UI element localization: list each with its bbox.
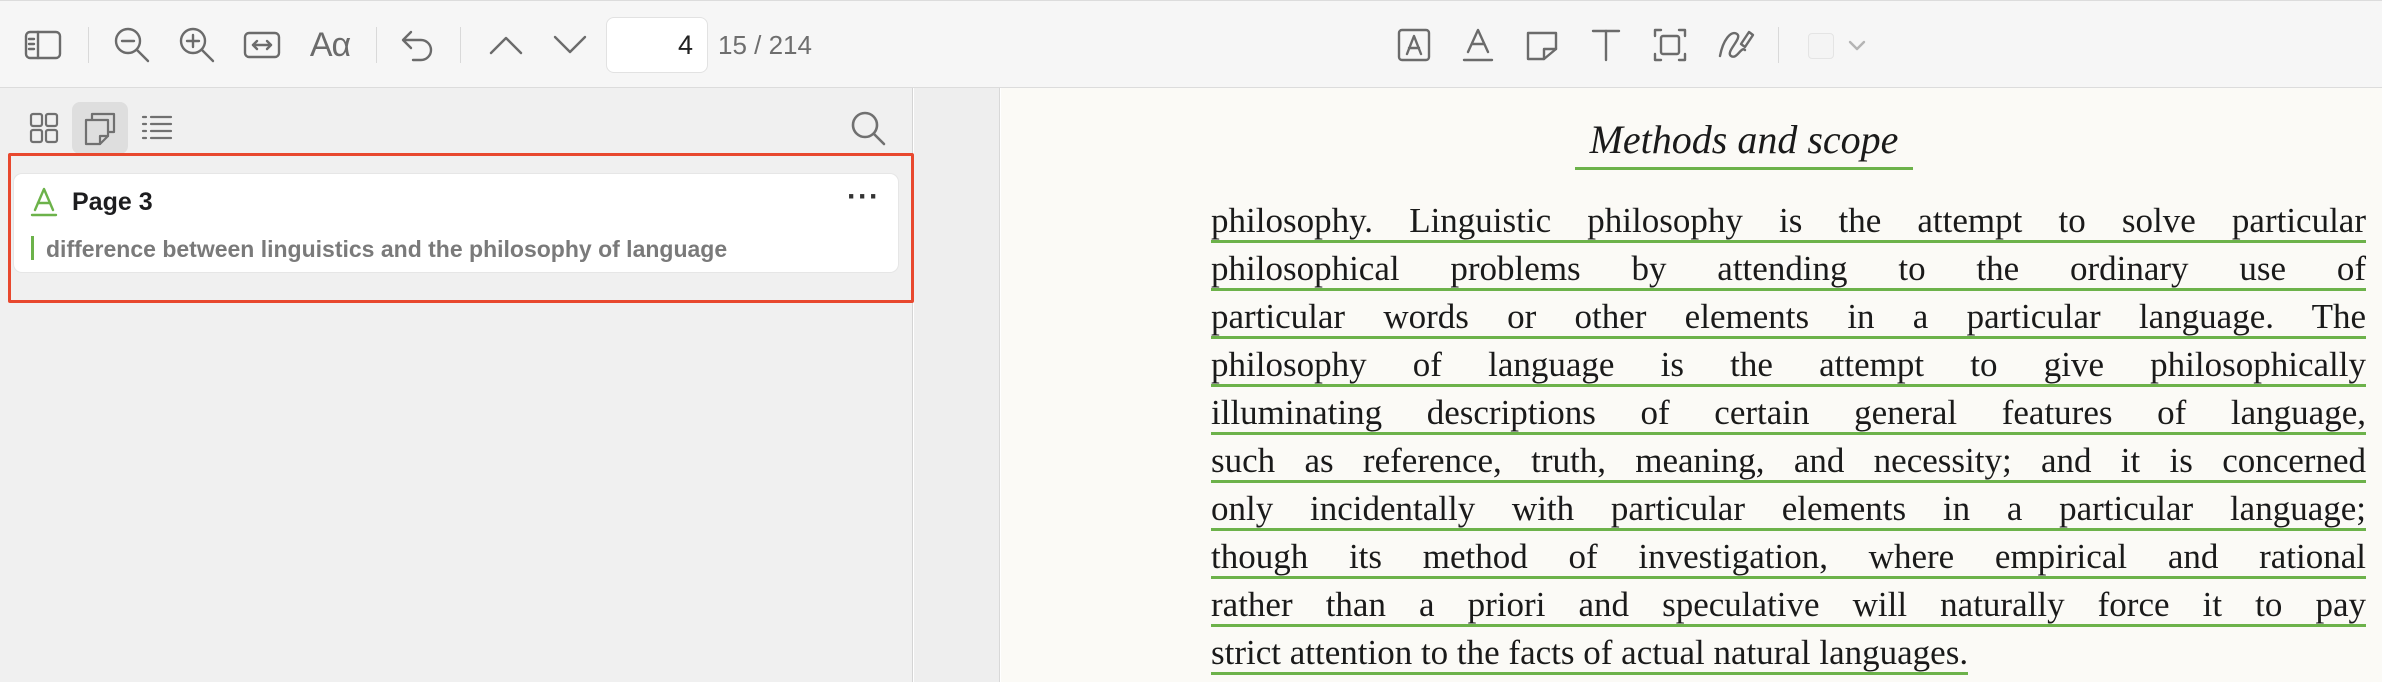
thumbnails-icon [29,112,59,144]
underline-icon[interactable] [1456,23,1500,67]
signature-icon[interactable] [1712,23,1758,67]
sidebar-toggle-icon[interactable] [20,25,66,65]
toolbar-divider [460,27,461,63]
annotations-view-button[interactable] [72,102,128,154]
page-number-input[interactable]: 4 [606,17,708,73]
text-tool-icon[interactable] [1584,23,1628,67]
annotation-quote: difference between linguistics and the p… [46,236,728,262]
text-line: particular words or other elements in a … [1211,298,2366,339]
document-page[interactable]: Methods and scope philosophy. Linguistic… [1001,88,2382,682]
more-options-button[interactable]: ··· [847,182,880,212]
text-line: rather than a priori and speculative wil… [1211,586,2366,627]
text-line: philosophical problems by attending to t… [1211,250,2366,291]
page-heading: Methods and scope [1575,116,1913,170]
previous-page-icon[interactable] [484,27,528,63]
sidebar: Page 3 ··· difference between linguistic… [0,88,914,682]
toolbar-divider [88,27,89,63]
text-box-icon[interactable] [1392,23,1436,67]
outline-view-button[interactable] [128,102,184,154]
page-gutter [914,88,1000,682]
annotation-page-label: Page 3 [72,188,153,216]
toolbar: Aα 4 15 / 214 [0,0,2382,88]
text-size-icon[interactable]: Aα [302,21,358,69]
quote-bar [31,236,34,260]
highlight-text-icon [30,186,58,218]
text-line: illuminating descriptions of certain gen… [1211,394,2366,435]
undo-icon[interactable] [394,25,438,65]
zoom-out-icon[interactable] [110,23,154,67]
text-line: only incidentally with particular elemen… [1211,490,2366,531]
text-line: philosophy of language is the attempt to… [1211,346,2366,387]
zoom-in-icon[interactable] [175,23,219,67]
annotation-card[interactable]: Page 3 ··· difference between linguistic… [14,174,898,272]
sidebar-search-button[interactable] [846,106,890,150]
toolbar-divider [1778,27,1779,63]
text-line: though its method of investigation, wher… [1211,538,2366,579]
search-icon [851,111,886,146]
fit-width-icon[interactable] [240,25,284,65]
color-dropdown-icon[interactable] [1846,35,1868,57]
note-icon[interactable] [1520,23,1564,67]
text-line: such as reference, truth, meaning, and n… [1211,442,2366,483]
page-count: 15 / 214 [718,30,812,60]
thumbnails-view-button[interactable] [16,102,72,154]
next-page-icon[interactable] [548,27,592,63]
annotations-icon [84,112,116,146]
selection-icon[interactable] [1648,23,1692,67]
text-line: strict attention to the facts of actual … [1211,634,1969,675]
text-line: philosophy. Linguistic philosophy is the… [1211,202,2366,243]
outline-icon [141,115,173,140]
toolbar-divider [376,27,377,63]
color-swatch[interactable] [1808,33,1834,59]
